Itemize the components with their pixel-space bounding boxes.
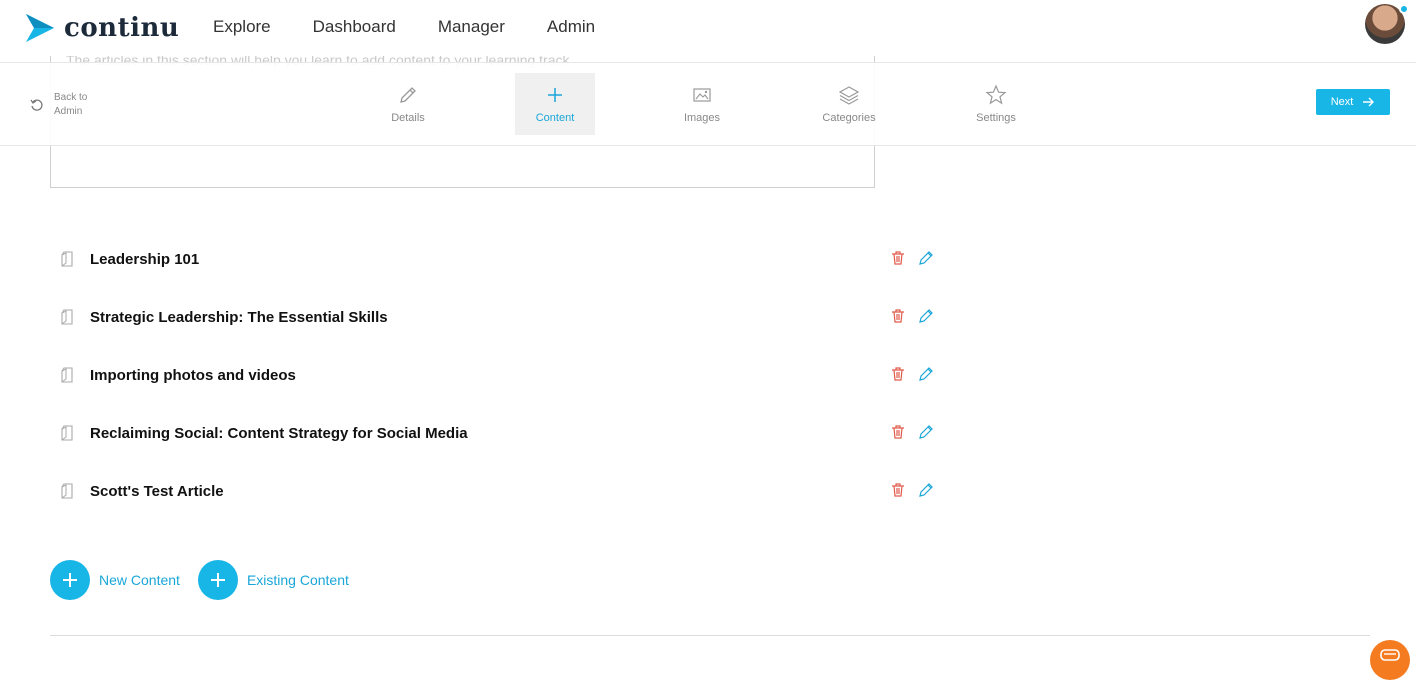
- add-circle: [197, 560, 238, 600]
- list-item: Reclaiming Social: Content Strategy for …: [60, 404, 940, 462]
- edit-pencil-icon[interactable]: [918, 308, 934, 324]
- tab-label: Details: [391, 112, 425, 124]
- trash-icon[interactable]: [890, 424, 906, 440]
- trash-icon[interactable]: [890, 482, 906, 498]
- trash-icon[interactable]: [890, 308, 906, 324]
- row-actions: [890, 308, 946, 324]
- item-title: Strategic Leadership: The Essential Skil…: [90, 308, 388, 326]
- new-content-button[interactable]: New Content: [50, 560, 180, 600]
- list-item: Strategic Leadership: The Essential Skil…: [60, 288, 940, 346]
- arrow-right-icon: [1363, 97, 1375, 107]
- nav-admin[interactable]: Admin: [547, 17, 595, 37]
- plus-icon: [210, 573, 225, 587]
- layers-icon: [838, 86, 860, 105]
- row-actions: [890, 424, 946, 440]
- plus-icon: [548, 88, 562, 102]
- next-label: Next: [1330, 96, 1354, 108]
- trash-icon[interactable]: [890, 250, 906, 266]
- tab-settings[interactable]: Settings: [956, 73, 1036, 135]
- star-icon: [985, 84, 1007, 105]
- tab-details[interactable]: Details: [368, 73, 448, 135]
- main-nav: Explore Dashboard Manager Admin: [213, 17, 637, 37]
- item-title: Leadership 101: [90, 250, 200, 268]
- back-to-admin-button[interactable]: Back to Admin: [30, 91, 104, 119]
- add-circle: [50, 560, 90, 600]
- back-label: Back to Admin: [54, 92, 88, 117]
- chat-icon: [1380, 649, 1400, 661]
- undo-icon: [30, 99, 43, 111]
- existing-content-label: Existing Content: [246, 572, 349, 588]
- nav-explore[interactable]: Explore: [213, 17, 271, 37]
- item-title: Reclaiming Social: Content Strategy for …: [90, 424, 468, 442]
- chat-launcher-button[interactable]: [1370, 640, 1410, 680]
- logo-wordmark: continu: [64, 13, 180, 43]
- notification-dot: [1399, 4, 1409, 14]
- document-icon: [61, 309, 73, 325]
- tab-images[interactable]: Images: [662, 73, 742, 135]
- section-divider: [50, 635, 1370, 636]
- plus-icon: [63, 573, 77, 587]
- edit-pencil-icon[interactable]: [918, 250, 934, 266]
- new-content-label: New Content: [99, 572, 180, 588]
- tab-label: Images: [683, 112, 721, 124]
- edit-pencil-icon[interactable]: [918, 366, 934, 382]
- row-actions: [890, 366, 946, 382]
- existing-content-button[interactable]: Existing Content: [197, 560, 349, 600]
- nav-manager[interactable]: Manager: [438, 17, 505, 37]
- row-actions: [890, 482, 946, 498]
- logo-arrow-icon: [26, 14, 54, 42]
- trash-icon[interactable]: [890, 366, 906, 382]
- add-content-actions: New Content Existing Content: [50, 560, 367, 600]
- nav-dashboard[interactable]: Dashboard: [313, 17, 396, 37]
- pencil-icon: [400, 87, 416, 103]
- tab-content[interactable]: Content: [515, 73, 595, 135]
- list-item: Leadership 101: [60, 230, 940, 288]
- edit-pencil-icon[interactable]: [918, 482, 934, 498]
- document-icon: [61, 251, 73, 267]
- content-list: Leadership 101 Strategic Leadership: The…: [60, 230, 940, 520]
- tab-label: Content: [535, 112, 575, 124]
- document-icon: [61, 483, 73, 499]
- tab-categories[interactable]: Categories: [809, 73, 889, 135]
- row-actions: [890, 250, 946, 266]
- step-tabs: Details Content Images Categories Settin…: [368, 73, 1103, 135]
- tab-label: Settings: [976, 112, 1016, 124]
- edit-pencil-icon[interactable]: [918, 424, 934, 440]
- list-item: Importing photos and videos: [60, 346, 940, 404]
- top-navigation: continu Explore Dashboard Manager Admin: [0, 0, 1416, 56]
- item-title: Importing photos and videos: [90, 366, 296, 384]
- item-title: Scott's Test Article: [90, 482, 224, 500]
- next-button[interactable]: Next: [1316, 89, 1390, 115]
- document-icon: [61, 425, 73, 441]
- document-icon: [61, 367, 73, 383]
- image-icon: [693, 88, 711, 102]
- tab-label: Categories: [822, 112, 876, 124]
- list-item: Scott's Test Article: [60, 462, 940, 520]
- continu-logo[interactable]: continu: [24, 12, 179, 44]
- step-toolbar: Back to Admin Details Content Images Cat…: [0, 62, 1416, 146]
